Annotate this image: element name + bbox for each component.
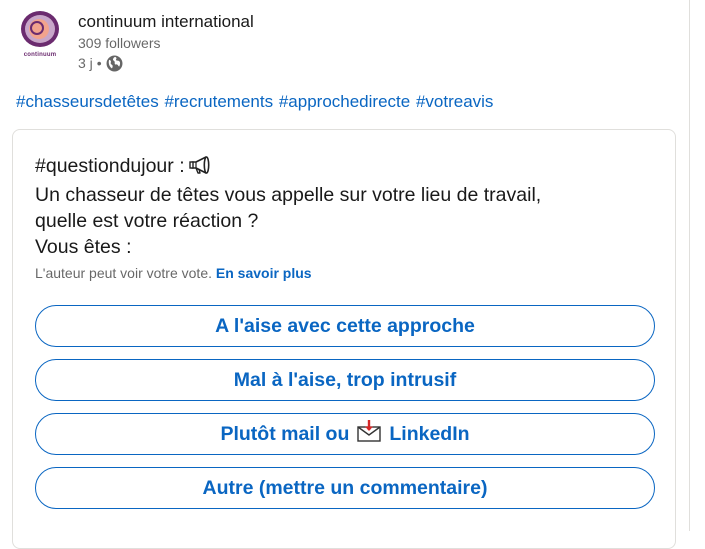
hashtag-line: #chasseursdetêtes #recrutements #approch…	[16, 91, 494, 113]
poll-question: #questiondujour : Un chasseur de têtes v…	[35, 153, 655, 260]
question-line: Vous êtes :	[35, 236, 132, 258]
poll-option-label: A l'aise avec cette approche	[215, 314, 475, 337]
learn-more-link[interactable]: En savoir plus	[216, 265, 312, 281]
post-timestamp-row: 3 j •	[78, 53, 254, 73]
feed-divider	[689, 0, 690, 531]
envelope-icon	[356, 419, 382, 449]
follower-count: 309 followers	[78, 35, 161, 51]
poll-option-label: Mal à l'aise, trop intrusif	[233, 368, 457, 391]
question-tag: #questiondujour :	[35, 155, 185, 177]
hashtag-link[interactable]: #chasseursdetêtes	[16, 92, 159, 111]
hashtag-link[interactable]: #votreavis	[416, 92, 493, 111]
question-line: Un chasseur de têtes vous appelle sur vo…	[35, 184, 542, 206]
poll-option-button[interactable]: Mal à l'aise, trop intrusif	[35, 359, 655, 401]
poll-option-button[interactable]: A l'aise avec cette approche	[35, 305, 655, 347]
megaphone-icon	[188, 155, 214, 182]
logo-wordmark: continuum	[23, 52, 57, 58]
poll-visibility-note: L'auteur peut voir votre vote. En savoir…	[35, 263, 312, 283]
author-note-text: L'auteur peut voir votre vote.	[35, 265, 212, 281]
actor-meta: continuum international 309 followers 3 …	[78, 8, 254, 73]
company-logo[interactable]: continuum	[16, 8, 64, 58]
post-age: 3 j	[78, 55, 93, 71]
hashtag-link[interactable]: #approchedirecte	[279, 92, 410, 111]
poll-option-button[interactable]: Plutôt mail ou LinkedIn	[35, 413, 655, 455]
post-header: continuum continuum international 309 fo…	[16, 8, 254, 73]
poll-option-label: LinkedIn	[389, 422, 470, 445]
question-line: quelle est votre réaction ?	[35, 210, 259, 232]
poll-card: #questiondujour : Un chasseur de têtes v…	[12, 129, 676, 549]
poll-option-button[interactable]: Autre (mettre un commentaire)	[35, 467, 655, 509]
poll-option-label: Plutôt mail ou	[220, 422, 350, 445]
separator-dot: •	[96, 55, 102, 71]
logo-mark-icon	[21, 11, 59, 47]
author-name[interactable]: continuum international	[78, 11, 254, 33]
question-line: #questiondujour :	[35, 153, 655, 182]
poll-option-label: Autre (mettre un commentaire)	[202, 476, 488, 499]
hashtag-link[interactable]: #recrutements	[164, 92, 273, 111]
globe-icon	[106, 55, 123, 72]
